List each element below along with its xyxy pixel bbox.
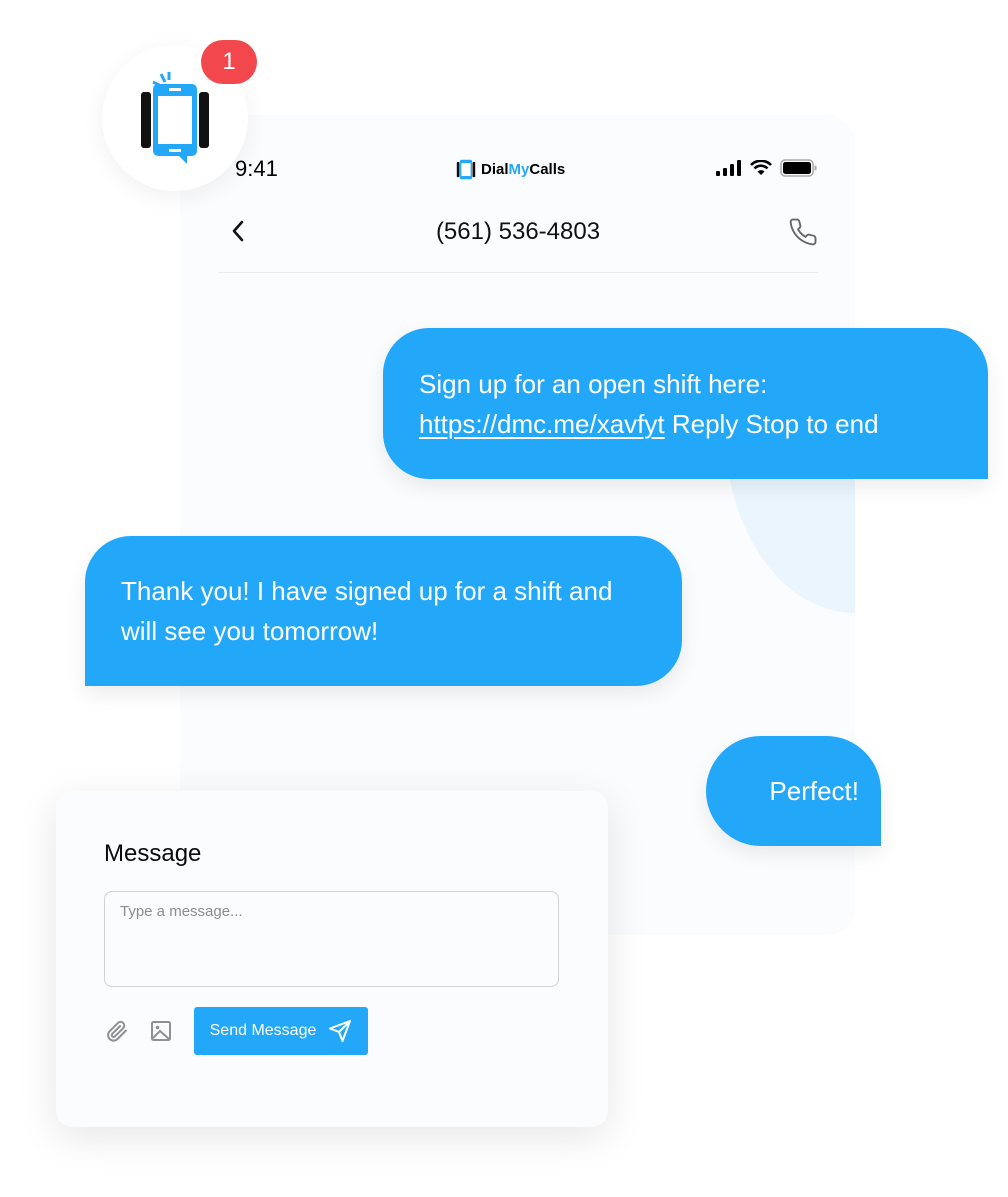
- message-bubble-outgoing: Sign up for an open shift here: https://…: [383, 328, 988, 479]
- brand-logo: DialMyCalls: [456, 156, 565, 182]
- message-input[interactable]: [104, 891, 559, 987]
- composer-label: Message: [104, 840, 202, 867]
- message-link[interactable]: https://dmc.me/xavfyt: [419, 409, 665, 439]
- logo-text-my: My: [508, 160, 530, 178]
- attach-button[interactable]: [104, 1018, 130, 1044]
- phone-icon[interactable]: [788, 217, 818, 247]
- composer-actions: Send Message: [104, 1007, 368, 1055]
- status-icons: [716, 159, 818, 177]
- insert-image-button[interactable]: [148, 1018, 174, 1044]
- conversation-header: (561) 536-4803: [218, 205, 818, 273]
- message-bubble-outgoing: Perfect!: [706, 736, 881, 846]
- message-text: Thank you! I have signed up for a shift …: [121, 576, 613, 646]
- image-icon: [151, 1021, 171, 1041]
- logo-text-dial: Dial: [481, 160, 509, 178]
- dialmycalls-logo-icon: [141, 72, 209, 164]
- notification-badge: 1: [201, 40, 257, 84]
- message-text: Perfect!: [769, 776, 859, 806]
- paperclip-icon: [107, 1020, 127, 1042]
- status-bar: 9:41 DialMyCalls: [218, 150, 818, 190]
- message-text: Reply Stop to end: [664, 409, 879, 439]
- message-composer: Message Send Message: [56, 791, 608, 1127]
- status-time: 9:41: [235, 156, 278, 181]
- send-icon: [329, 1020, 352, 1042]
- send-button-label: Send Message: [209, 1022, 317, 1039]
- message-bubble-incoming: Thank you! I have signed up for a shift …: [85, 536, 682, 686]
- dialmycalls-logo-icon: [456, 159, 476, 180]
- send-message-button[interactable]: Send Message: [194, 1007, 368, 1055]
- battery-icon: [780, 159, 817, 177]
- logo-text-calls: Calls: [529, 160, 566, 178]
- wifi-icon: [750, 160, 772, 175]
- cellular-signal-icon: [716, 160, 741, 176]
- message-text: Sign up for an open shift here:: [419, 369, 768, 399]
- contact-phone-number: (561) 536-4803: [435, 218, 601, 245]
